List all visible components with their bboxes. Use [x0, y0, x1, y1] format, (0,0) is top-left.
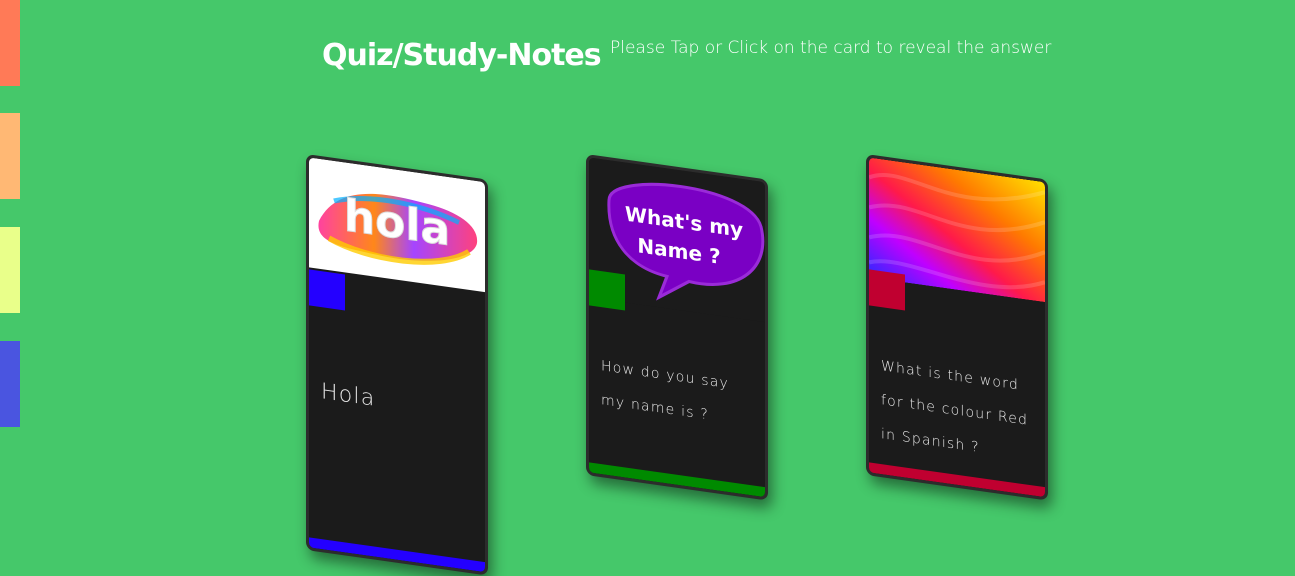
side-tab-3[interactable]	[0, 227, 20, 313]
side-tab-4[interactable]	[0, 341, 20, 427]
flashcard-name[interactable]: What's my Name ? How do you say my name …	[586, 154, 768, 501]
card-color-swatch	[589, 269, 625, 311]
paint-splash-icon: hola	[318, 190, 478, 265]
hola-image: hola	[309, 157, 485, 293]
side-tab-1[interactable]	[0, 0, 20, 86]
card-question: Hola	[321, 379, 376, 412]
page-title: Quiz/Study-Notes	[322, 38, 602, 73]
flashcard-hola[interactable]: hola Hola	[306, 154, 488, 576]
card-accent-bar	[589, 462, 765, 498]
card-question: How do you say my name is ?	[601, 358, 730, 424]
flashcard-red[interactable]: What is the word for the colour Red in S…	[866, 154, 1048, 501]
instructions-text: Please Tap or Click on the card to revea…	[610, 38, 1052, 58]
card-question: What is the word for the colour Red in S…	[881, 358, 1029, 456]
card-accent-bar	[309, 537, 485, 573]
card-color-swatch	[869, 269, 905, 311]
side-tab-2[interactable]	[0, 113, 20, 199]
side-tabs	[0, 0, 20, 569]
card-color-swatch	[309, 269, 345, 311]
